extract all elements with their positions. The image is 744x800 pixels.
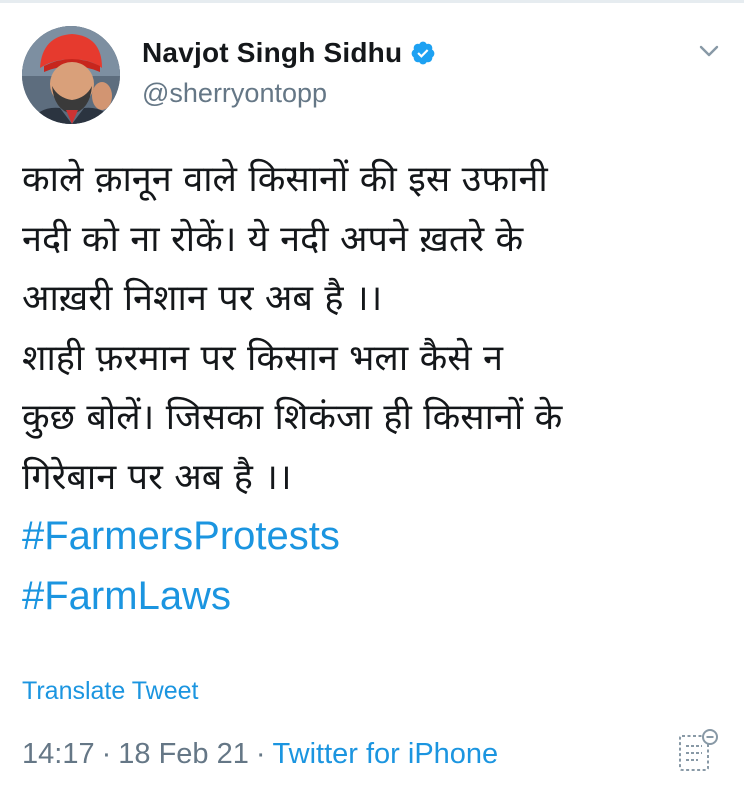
tweet-time: 14:17 (22, 738, 95, 770)
chevron-down-icon[interactable] (696, 38, 722, 64)
tweet-text-line: गिरेबान पर अब है ।। (22, 456, 292, 498)
tweet-body: काले क़ानून वाले किसानों की इस उफानी नदी… (22, 150, 722, 626)
tweet-text-line: काले क़ानून वाले किसानों की इस उफानी (22, 159, 548, 200)
translate-tweet-link[interactable]: Translate Tweet (22, 677, 198, 706)
meta-separator: · (101, 738, 112, 770)
avatar[interactable] (22, 26, 120, 124)
verified-badge-icon (410, 40, 436, 66)
hashtag-link[interactable]: #FarmersProtests (22, 507, 722, 567)
tweet-text-line: नदी को ना रोकें। ये नदी अपने ख़तरे के (22, 218, 524, 260)
tweet-text-line: आख़री निशान पर अब है ।। (22, 278, 383, 319)
tweet-meta: 14:17 · 18 Feb 21 · Twitter for iPhone (22, 738, 498, 771)
analytics-icon[interactable] (678, 728, 720, 774)
hashtag-link[interactable]: #FarmLaws (22, 567, 722, 627)
meta-separator: · (255, 738, 266, 770)
tweet-text-line: कुछ बोलें। जिसका शिकंजा ही किसानों के (22, 397, 563, 438)
top-divider (0, 0, 744, 3)
tweet-header: Navjot Singh Sidhu @sherryontopp (22, 24, 722, 124)
user-handle[interactable]: @sherryontopp (142, 78, 436, 109)
tweet-source-link[interactable]: Twitter for iPhone (273, 738, 499, 770)
display-name[interactable]: Navjot Singh Sidhu (142, 37, 402, 69)
tweet-date: 18 Feb 21 (118, 738, 249, 770)
tweet-text-line: शाही फ़रमान पर किसान भला कैसे न (22, 337, 504, 379)
